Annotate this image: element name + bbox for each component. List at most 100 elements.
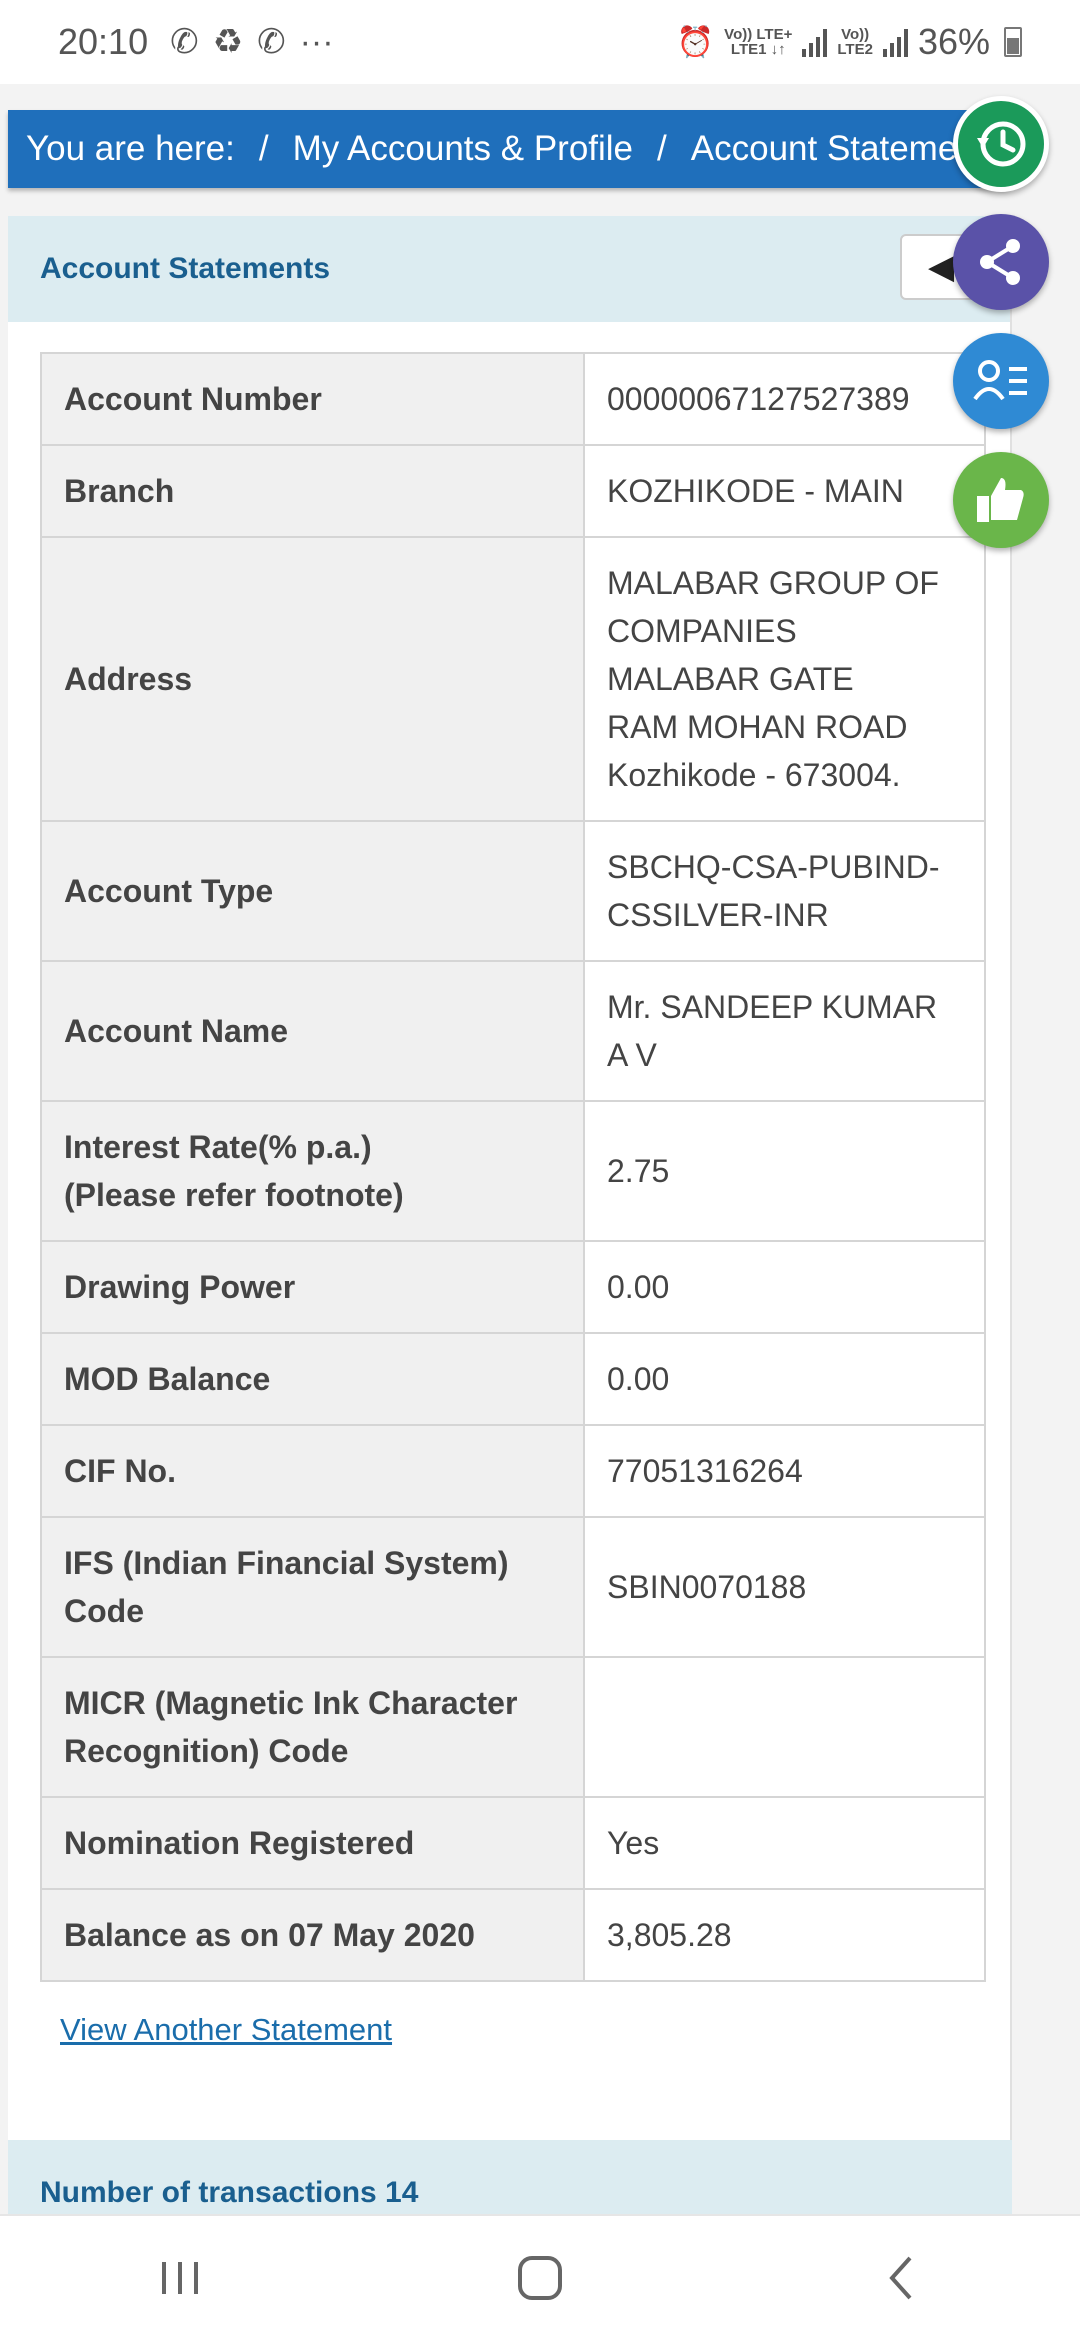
- table-row: Address MALABAR GROUP OF COMPANIES MALABAR …: [40, 536, 986, 822]
- account-statements-panel: Account Statements ◀ Account Number 00000…: [8, 216, 1020, 2246]
- row-label-line: Interest Rate(% p.a.): [64, 1129, 372, 1165]
- row-label-line: Branch: [64, 473, 175, 509]
- row-label-line: Account Type: [64, 873, 274, 909]
- row-value: 0.00: [583, 1332, 986, 1426]
- row-label-line: CIF No.: [64, 1453, 176, 1489]
- signal-icon: [882, 27, 908, 57]
- row-label: CIF No.: [40, 1424, 585, 1518]
- system-nav-bar: [0, 2214, 1080, 2340]
- thumbs-up-icon: [977, 478, 1024, 522]
- row-label-line: Drawing Power: [64, 1269, 296, 1305]
- more-icon: ···: [299, 22, 334, 61]
- battery-icon: [1004, 27, 1022, 57]
- row-label: Address: [40, 536, 585, 822]
- battery-percent: 36%: [917, 21, 990, 62]
- row-value-line: 0.00: [607, 1361, 670, 1397]
- row-label-line: MOD Balance: [64, 1361, 271, 1397]
- whatsapp-icon: ✆: [257, 23, 286, 61]
- row-label: MOD Balance: [40, 1332, 585, 1426]
- breadcrumb-prefix: You are here:: [26, 129, 235, 168]
- row-value-line: MALABAR GATE: [607, 661, 854, 697]
- row-value: 3,805.28: [583, 1888, 986, 1982]
- notification-icons: ✆ ♻ ✆ ···: [170, 22, 333, 62]
- signal-icon: [802, 27, 828, 57]
- row-value: MALABAR GROUP OF COMPANIES MALABAR GATE RAM…: [583, 536, 986, 822]
- table-row: CIF No. 77051316264: [40, 1424, 986, 1518]
- breadcrumb-item-account-statements: Account Stateme: [690, 129, 958, 168]
- history-button[interactable]: [953, 96, 1049, 192]
- status-time: 20:10: [58, 21, 149, 62]
- table-row: Account Name Mr. SANDEEP KUMAR A V: [40, 960, 986, 1102]
- call-icon: ✆: [170, 23, 199, 61]
- row-value: Mr. SANDEEP KUMAR A V: [583, 960, 986, 1102]
- row-value-line: 77051316264: [607, 1453, 803, 1489]
- row-label: MICR (Magnetic Ink Character Recognition)…: [40, 1656, 585, 1798]
- share-button[interactable]: [953, 214, 1049, 310]
- row-label: Account Type: [40, 820, 585, 962]
- row-label-line: Recognition) Code: [64, 1733, 349, 1769]
- view-another-statement-link[interactable]: View Another Statement: [60, 2012, 392, 2048]
- row-value-line: Kozhikode - 673004.: [607, 757, 901, 793]
- table-row: Interest Rate(% p.a.) (Please refer footn…: [40, 1100, 986, 1242]
- arrow-left-icon: ◀: [928, 248, 955, 286]
- row-value: 77051316264: [583, 1424, 986, 1518]
- row-value: [583, 1656, 986, 1798]
- row-value-line: A V: [607, 1037, 657, 1073]
- account-details-table: Account Number 00000067127527389 Branch KOZ…: [40, 352, 986, 1982]
- like-button[interactable]: [953, 452, 1049, 548]
- transactions-count: Number of transactions 14: [40, 2176, 419, 2209]
- panel-header: Account Statements ◀: [8, 216, 1020, 322]
- row-value-line: CSSILVER-INR: [607, 897, 829, 933]
- row-label: Interest Rate(% p.a.) (Please refer footn…: [40, 1100, 585, 1242]
- home-button[interactable]: [480, 2238, 600, 2318]
- row-value: SBIN0070188: [583, 1516, 986, 1658]
- row-label: Nomination Registered: [40, 1796, 585, 1890]
- row-label: IFS (Indian Financial System) Code: [40, 1516, 585, 1658]
- breadcrumb-separator: /: [258, 129, 269, 168]
- row-value: Yes: [583, 1796, 986, 1890]
- row-value-line: Yes: [607, 1825, 660, 1861]
- table-row: MOD Balance 0.00: [40, 1332, 986, 1426]
- sim2-label: Vo)) LTE2: [837, 26, 873, 58]
- table-row: Balance as on 07 May 2020 3,805.28: [40, 1888, 986, 1982]
- table-row: Nomination Registered Yes: [40, 1796, 986, 1890]
- profile-list-icon: [973, 360, 1027, 401]
- row-label-line: IFS (Indian Financial System): [64, 1545, 509, 1581]
- table-row: Drawing Power 0.00: [40, 1240, 986, 1334]
- chevron-left-icon: [889, 2256, 912, 2300]
- row-label-line: MICR (Magnetic Ink Character: [64, 1685, 518, 1721]
- row-label-line: Account Name: [64, 1013, 289, 1049]
- row-value-line: RAM MOHAN ROAD: [607, 709, 908, 745]
- table-row: Account Type SBCHQ-CSA-PUBIND- CSSILVER-IN…: [40, 820, 986, 962]
- row-value-line: Mr. SANDEEP KUMAR: [607, 989, 938, 1025]
- row-label: Balance as on 07 May 2020: [40, 1888, 585, 1982]
- recent-apps-icon: [162, 2262, 198, 2294]
- breadcrumb-item-accounts-profile[interactable]: My Accounts & Profile: [293, 129, 633, 169]
- share-icon: [980, 239, 1020, 285]
- row-label: Account Number: [40, 352, 585, 446]
- row-value: 00000067127527389: [583, 352, 986, 446]
- home-icon: [518, 2256, 562, 2300]
- alarm-icon: ⏰: [676, 25, 715, 59]
- row-label-line: Code: [64, 1593, 144, 1629]
- sync-icon: ♻: [212, 23, 244, 61]
- row-value-line: 3,805.28: [607, 1917, 732, 1953]
- sim1-label: Vo)) LTE+ LTE1 ↓↑: [724, 26, 793, 58]
- recent-apps-button[interactable]: [120, 2238, 240, 2318]
- row-value-line: 2.75: [607, 1153, 670, 1189]
- row-value-line: 00000067127527389: [607, 381, 910, 417]
- row-value-line: MALABAR GROUP OF: [607, 565, 939, 601]
- row-value-line: KOZHIKODE - MAIN: [607, 473, 904, 509]
- status-bar: 20:10 ✆ ♻ ✆ ··· ⏰ Vo)) LTE+ LTE1 ↓↑ Vo)) L…: [0, 0, 1080, 84]
- row-label-line: Balance as on 07 May 2020: [64, 1917, 475, 1953]
- row-label: Account Name: [40, 960, 585, 1102]
- panel-title: Account Statements: [40, 252, 331, 285]
- row-value: 2.75: [583, 1100, 986, 1242]
- row-label-line: Address: [64, 661, 193, 697]
- row-label: Branch: [40, 444, 585, 538]
- back-nav-button[interactable]: [840, 2238, 960, 2318]
- row-value: 0.00: [583, 1240, 986, 1334]
- row-value-line: 0.00: [607, 1269, 670, 1305]
- profile-list-button[interactable]: [953, 333, 1049, 429]
- history-icon: [977, 121, 1026, 167]
